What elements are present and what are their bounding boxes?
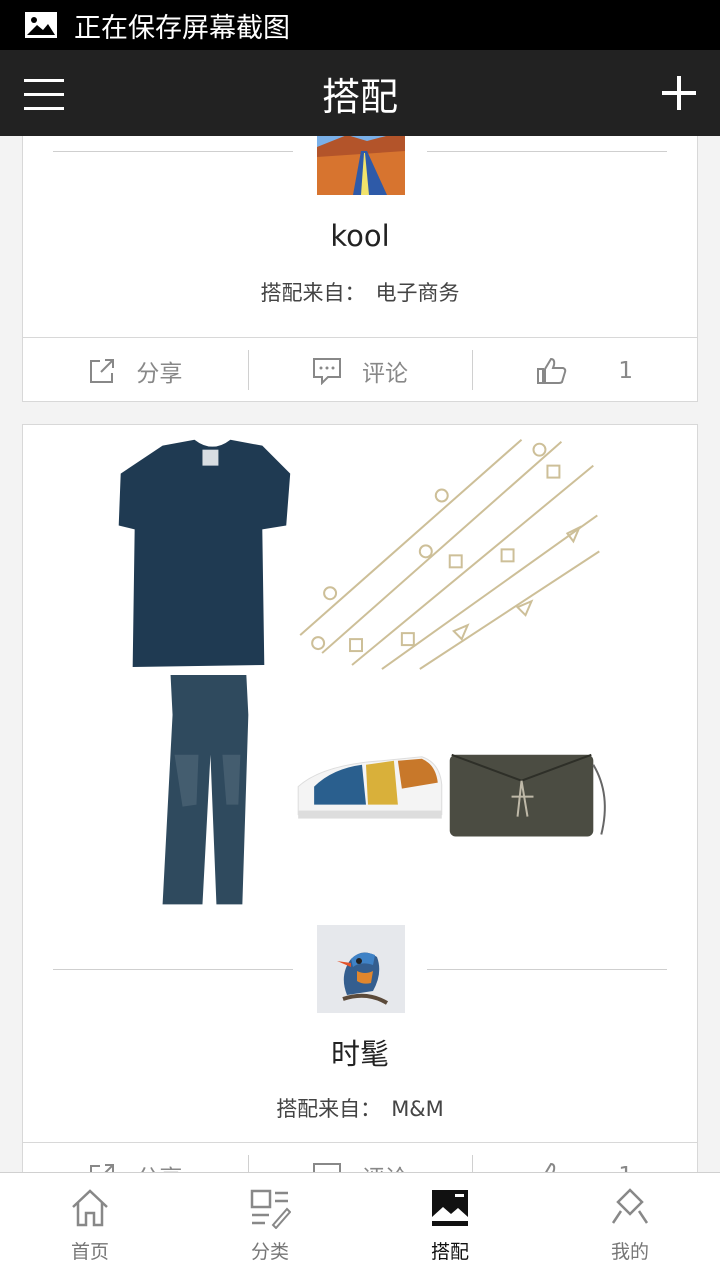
nav-outfit[interactable]: 搭配 [360,1173,540,1280]
nav-label: 我的 [610,1241,649,1263]
author-row [23,925,697,1013]
divider [427,969,667,970]
share-icon [90,1163,115,1172]
profile-icon [611,1188,649,1224]
outfit-name: 时髦 [330,1037,389,1071]
road-landscape-image [317,136,405,195]
handbag-image [449,753,606,837]
source-label: 搭配来自： [276,1097,382,1121]
author-row [23,136,697,195]
comment-label: 评论 [362,360,408,387]
outfit-icon [432,1190,468,1226]
menu-icon[interactable] [24,77,64,111]
nav-profile[interactable]: 我的 [540,1173,720,1280]
comment-icon [313,357,341,385]
like-count: 1 [618,1163,633,1173]
thumbs-up-icon [545,1162,565,1172]
divider [53,151,293,152]
sneaker-image [297,756,443,819]
avatar[interactable] [317,136,405,195]
outfit-card[interactable]: kool 搭配来自： 电子商务 分享 评论 1 [22,136,698,402]
share-button[interactable]: 分享 [23,338,248,403]
divider [427,151,667,152]
comment-button[interactable]: 评论 [247,338,473,403]
jeans-image [162,675,249,905]
plus-icon[interactable] [662,76,696,110]
outfit-name: kool [330,219,390,253]
bottom-nav: 首页 分类 搭配 我的 [0,1172,720,1280]
share-button[interactable]: 分享 [23,1143,248,1172]
bird-image [317,925,405,1013]
outfit-card[interactable]: 时髦 搭配来自： M&M 分享 评论 [22,424,698,1172]
nav-label: 首页 [70,1241,109,1263]
status-bar: 正在保存屏幕截图 [0,0,720,50]
source-label: 搭配来自： [260,281,366,305]
necklace-image [299,438,600,670]
outfit-collage[interactable] [23,425,697,925]
divider [53,969,293,970]
nav-label: 搭配 [430,1241,469,1263]
outfit-feed[interactable]: kool 搭配来自： 电子商务 分享 评论 1 时髦 搭配来自： M&M [0,136,720,1172]
outfit-source: 搭配来自： M&M [23,1093,697,1123]
nav-home[interactable]: 首页 [0,1173,180,1280]
image-icon [25,12,57,38]
avatar[interactable] [317,925,405,1013]
app-header: 搭配 [0,50,720,136]
action-bar: 分享 评论 1 [23,1142,697,1172]
outfit-source: 搭配来自： 电子商务 [23,277,697,307]
source-value[interactable]: 电子商务 [376,281,460,305]
category-icon [250,1189,291,1229]
comment-button[interactable]: 评论 [247,1143,473,1173]
comment-label: 评论 [362,1159,408,1173]
nav-label: 分类 [250,1241,289,1263]
tshirt-image [118,439,291,668]
share-icon [90,358,115,383]
like-button[interactable]: 1 [472,338,697,403]
nav-category[interactable]: 分类 [180,1173,360,1280]
like-count: 1 [618,357,633,384]
home-icon [72,1189,108,1227]
action-bar: 分享 评论 1 [23,337,697,403]
page-title: 搭配 [321,74,398,119]
thumbs-up-icon [537,357,567,384]
share-label: 分享 [136,360,183,387]
share-label: 分享 [136,1159,182,1173]
comment-icon [313,1162,341,1172]
like-button[interactable]: 1 [472,1143,697,1172]
status-text: 正在保存屏幕截图 [74,12,290,44]
source-value[interactable]: M&M [391,1097,444,1121]
